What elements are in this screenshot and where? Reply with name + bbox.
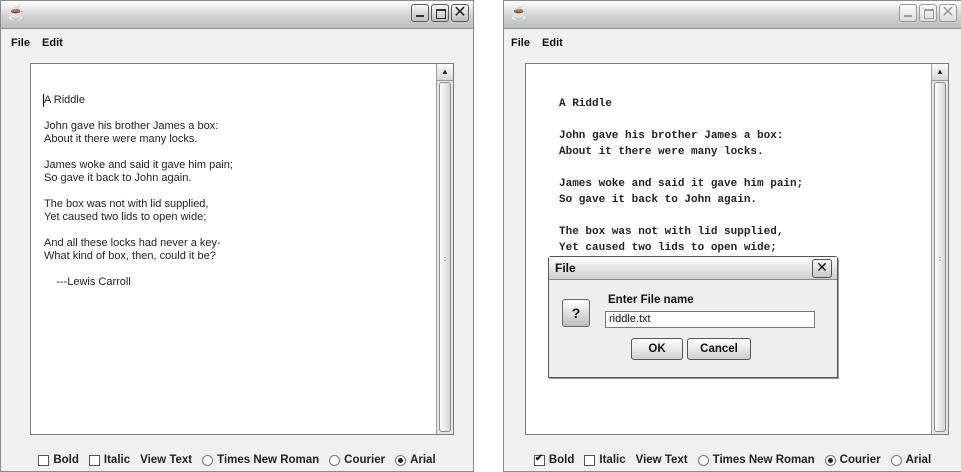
- close-icon[interactable]: ✕: [939, 4, 957, 22]
- editor-window-courier: ☕ ✕ File Edit A Riddle John gave his bro…: [503, 0, 961, 472]
- bold-checkbox[interactable]: Bold: [38, 454, 79, 466]
- checkbox-box[interactable]: [533, 453, 545, 466]
- menu-edit[interactable]: Edit: [42, 37, 63, 49]
- italic-checkbox[interactable]: Italic: [584, 454, 626, 466]
- format-toolbar: Bold Italic View Text Times New Roman Co…: [504, 451, 961, 469]
- radio-button[interactable]: [329, 454, 341, 466]
- checkbox-box[interactable]: [38, 454, 50, 466]
- font-radio-arial[interactable]: Arial: [395, 454, 436, 466]
- italic-checkbox[interactable]: Italic: [88, 454, 130, 466]
- radio-button[interactable]: [890, 454, 902, 466]
- dialog-prompt: Enter File name: [608, 294, 694, 306]
- menu-file[interactable]: File: [11, 37, 30, 49]
- minimize-icon[interactable]: [899, 4, 917, 22]
- scroll-thumb[interactable]: [934, 82, 946, 432]
- maximize-icon[interactable]: [431, 4, 449, 22]
- document-text[interactable]: A Riddle John gave his brother James a b…: [559, 96, 803, 256]
- minimize-icon[interactable]: [411, 4, 429, 22]
- checkbox-box[interactable]: [584, 454, 596, 466]
- close-icon[interactable]: ✕: [451, 4, 469, 22]
- vertical-scrollbar[interactable]: ▲: [931, 64, 948, 434]
- font-radio-arial[interactable]: Arial: [890, 454, 931, 466]
- text-area[interactable]: A Riddle John gave his brother James a b…: [525, 63, 949, 435]
- bold-checkbox[interactable]: Bold: [533, 453, 574, 466]
- cancel-button[interactable]: Cancel: [687, 338, 751, 360]
- close-icon[interactable]: ✕: [812, 259, 832, 278]
- font-radio-times[interactable]: Times New Roman: [697, 454, 815, 466]
- radio-button[interactable]: [697, 454, 709, 466]
- title-bar[interactable]: ☕ ✕: [1, 1, 473, 29]
- font-radio-courier[interactable]: Courier: [824, 454, 881, 466]
- format-toolbar: Bold Italic View Text Times New Roman Co…: [1, 451, 473, 469]
- view-text-label: View Text: [140, 454, 193, 466]
- font-radio-times[interactable]: Times New Roman: [202, 454, 319, 466]
- menu-edit[interactable]: Edit: [542, 37, 563, 49]
- title-bar[interactable]: ☕ ✕: [504, 1, 961, 29]
- scroll-thumb[interactable]: [439, 82, 451, 432]
- dialog-title: File: [555, 261, 576, 275]
- file-name-input[interactable]: riddle.txt: [605, 311, 815, 328]
- dialog-title-bar[interactable]: File ✕: [549, 257, 837, 280]
- file-name-dialog: File ✕ ? Enter File name riddle.txt OK C…: [548, 256, 838, 378]
- vertical-scrollbar[interactable]: ▲: [436, 64, 453, 434]
- checkbox-box[interactable]: [88, 454, 100, 466]
- menu-bar: File Edit: [11, 37, 72, 49]
- radio-button[interactable]: [202, 454, 214, 466]
- question-icon: ?: [562, 299, 590, 327]
- ok-button[interactable]: OK: [631, 338, 683, 360]
- document-text[interactable]: A Riddle John gave his brother James a b…: [44, 94, 233, 289]
- scroll-up-icon[interactable]: ▲: [932, 64, 948, 81]
- scroll-up-icon[interactable]: ▲: [437, 64, 453, 81]
- text-area[interactable]: A Riddle John gave his brother James a b…: [30, 63, 454, 435]
- editor-window-arial: ☕ ✕ File Edit A Riddle John gave his bro…: [0, 0, 474, 472]
- menu-bar: File Edit: [511, 37, 572, 49]
- radio-button[interactable]: [824, 454, 836, 466]
- maximize-icon[interactable]: [919, 4, 937, 22]
- menu-file[interactable]: File: [511, 37, 530, 49]
- java-cup-icon: ☕: [7, 5, 26, 22]
- java-cup-icon: ☕: [510, 5, 529, 22]
- view-text-label: View Text: [635, 454, 688, 466]
- font-radio-courier[interactable]: Courier: [329, 454, 385, 466]
- radio-button[interactable]: [395, 454, 407, 466]
